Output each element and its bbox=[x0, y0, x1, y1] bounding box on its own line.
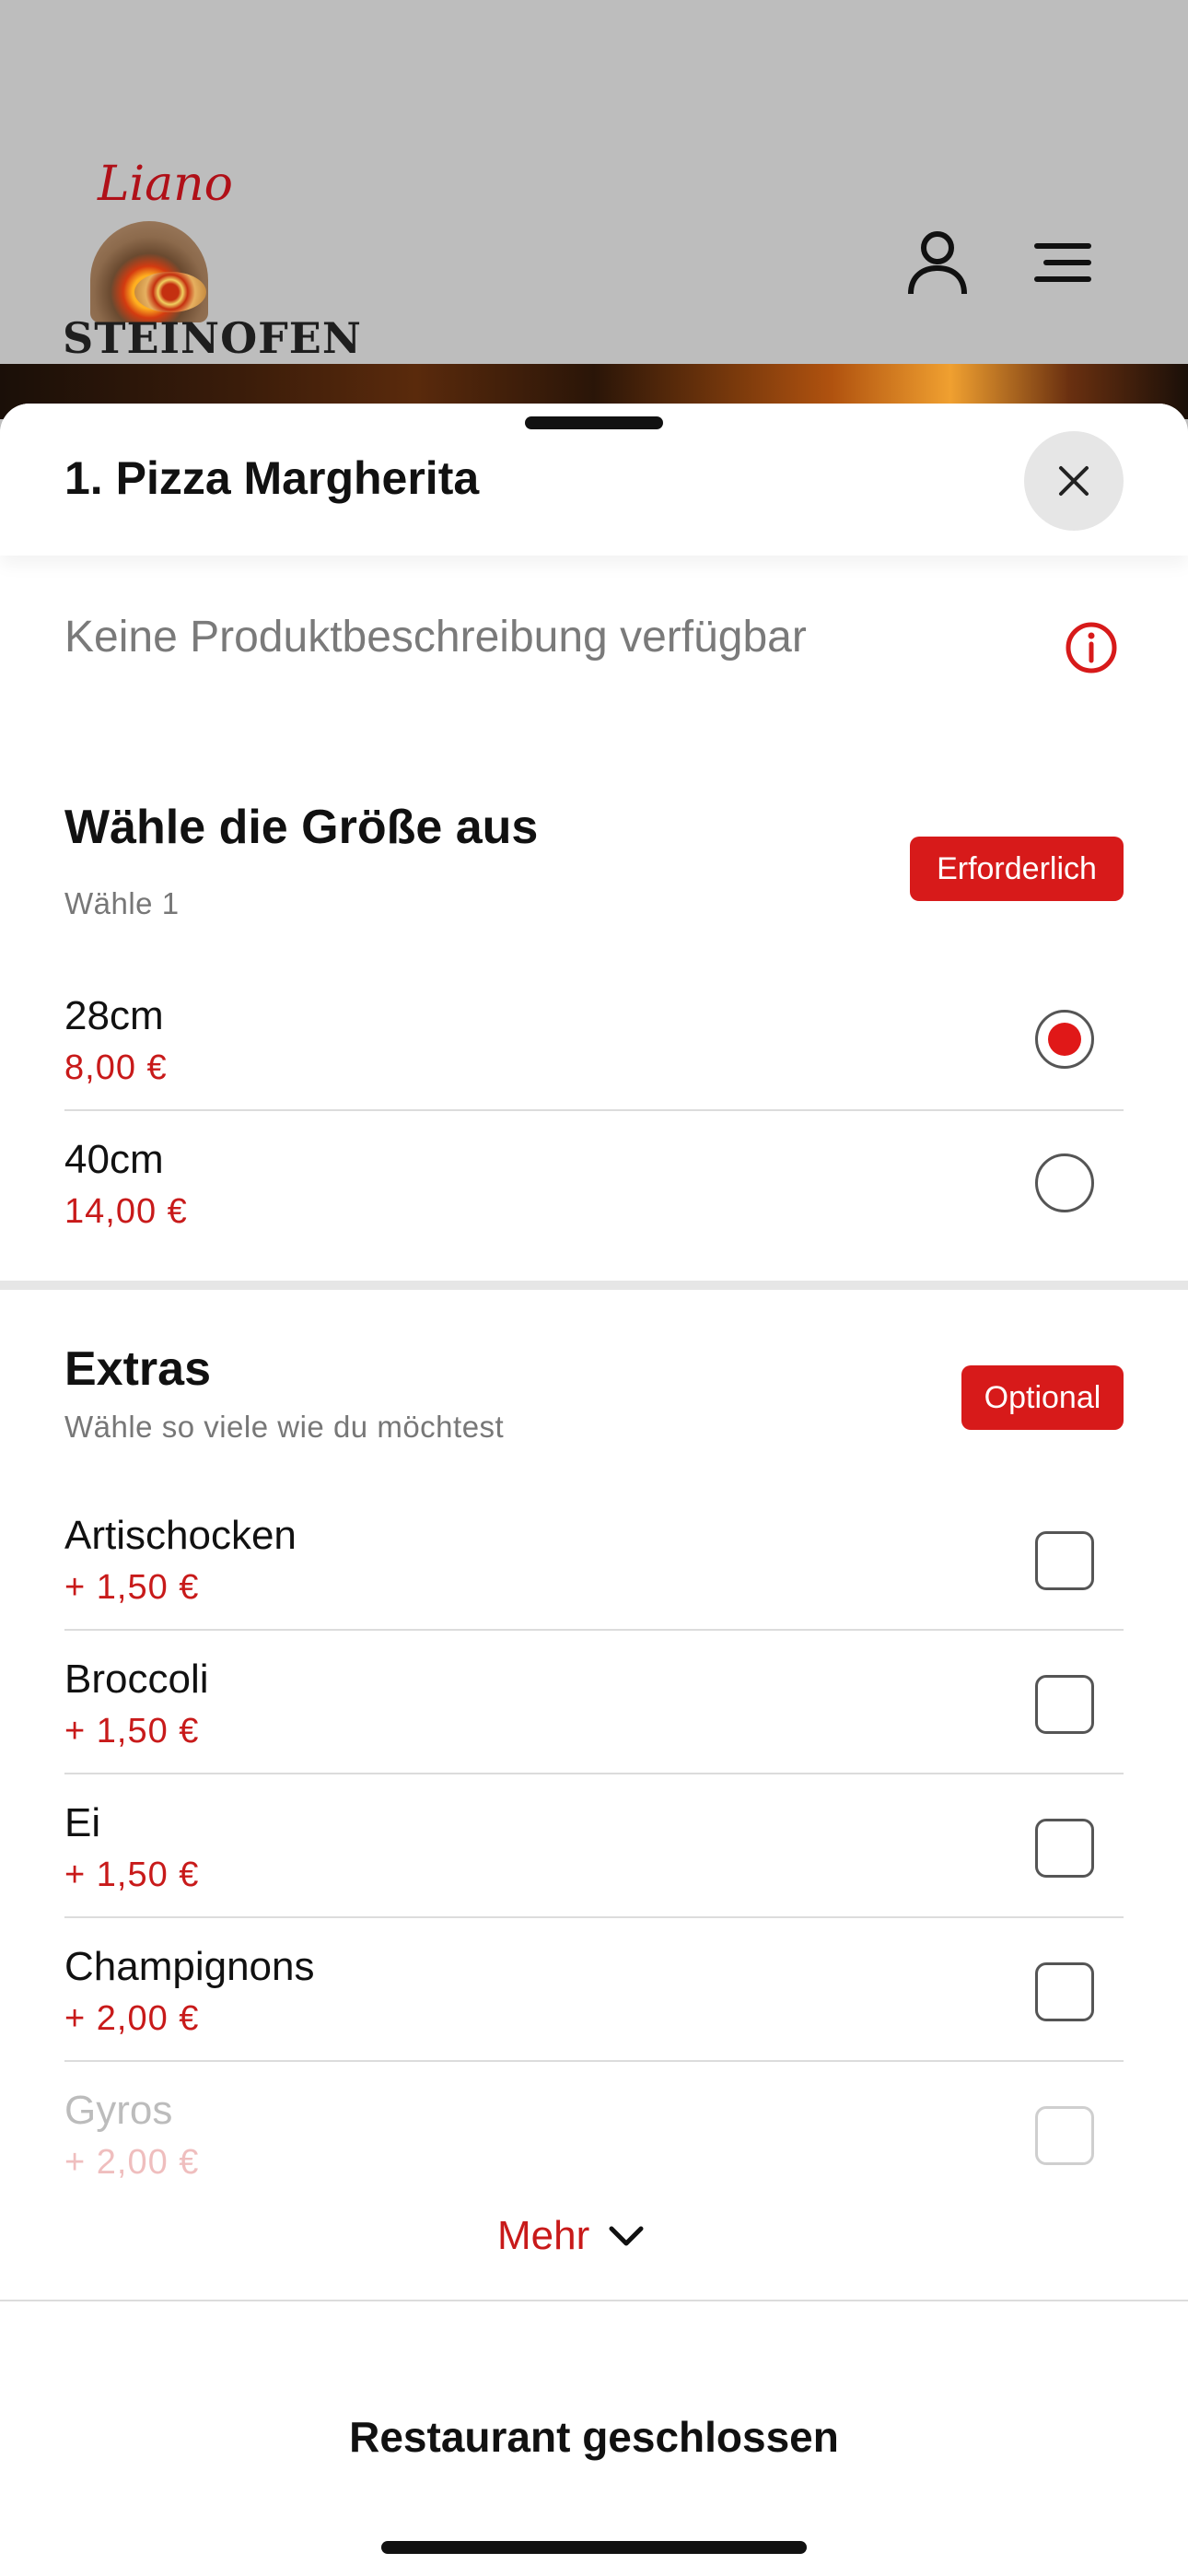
product-title: 1. Pizza Margherita bbox=[64, 452, 480, 504]
logo-text: STEINOFEN bbox=[63, 313, 362, 363]
radio-selected[interactable] bbox=[1035, 1010, 1094, 1069]
sheet-grabber[interactable] bbox=[525, 416, 663, 429]
product-sheet: 1. Pizza Margherita Keine Produktbeschre… bbox=[0, 404, 1188, 2576]
checkbox[interactable] bbox=[1035, 1675, 1094, 1734]
option-name: Artischocken bbox=[64, 1513, 297, 1558]
checkbox[interactable] bbox=[1035, 2106, 1094, 2165]
extra-option-broccoli[interactable]: Broccoli + 1,50 € bbox=[64, 1631, 1124, 1774]
option-name: Broccoli bbox=[64, 1657, 209, 1702]
restaurant-closed-label: Restaurant geschlossen bbox=[349, 2413, 839, 2461]
option-price: 14,00 € bbox=[64, 1192, 188, 1231]
size-option-40cm[interactable]: 40cm 14,00 € bbox=[64, 1111, 1124, 1255]
option-price: + 1,50 € bbox=[64, 1568, 200, 1607]
pizza-image bbox=[134, 272, 206, 312]
close-button[interactable] bbox=[1024, 431, 1124, 531]
home-indicator[interactable] bbox=[381, 2541, 807, 2554]
restaurant-logo[interactable]: Liano STEINOFEN bbox=[63, 157, 361, 364]
option-price: 8,00 € bbox=[64, 1048, 168, 1087]
more-button[interactable]: Mehr bbox=[497, 2204, 645, 2268]
extra-option-gyros[interactable]: Gyros + 2,00 € bbox=[64, 2062, 1124, 2206]
option-name: Gyros bbox=[64, 2088, 173, 2133]
checkbox[interactable] bbox=[1035, 1962, 1094, 2021]
radio-unselected[interactable] bbox=[1035, 1153, 1094, 1212]
size-option-28cm[interactable]: 28cm 8,00 € bbox=[64, 967, 1124, 1111]
info-icon[interactable] bbox=[1065, 621, 1118, 674]
option-name: Ei bbox=[64, 1800, 101, 1845]
chevron-down-icon bbox=[609, 2226, 644, 2246]
logo-script: Liano bbox=[98, 157, 233, 212]
option-price: + 2,00 € bbox=[64, 2143, 200, 2182]
checkbox[interactable] bbox=[1035, 1531, 1094, 1590]
extra-option-champignons[interactable]: Champignons + 2,00 € bbox=[64, 1918, 1124, 2062]
option-price: + 1,50 € bbox=[64, 1856, 200, 1894]
option-price: + 2,00 € bbox=[64, 1999, 200, 2038]
optional-badge: Optional bbox=[961, 1365, 1124, 1430]
section-separator bbox=[0, 1281, 1188, 1290]
product-description: Keine Produktbeschreibung verfügbar bbox=[64, 613, 807, 662]
app-header: Liano STEINOFEN bbox=[0, 0, 1188, 364]
footer-divider bbox=[0, 2300, 1188, 2301]
close-icon bbox=[1059, 466, 1089, 496]
checkbox[interactable] bbox=[1035, 1819, 1094, 1878]
option-name: Champignons bbox=[64, 1944, 315, 1989]
size-group-title: Wähle die Größe aus bbox=[64, 801, 539, 854]
extras-group-title: Extras bbox=[64, 1342, 211, 1396]
required-badge: Erforderlich bbox=[910, 837, 1124, 901]
option-name: 28cm bbox=[64, 993, 164, 1038]
extra-option-artischocken[interactable]: Artischocken + 1,50 € bbox=[64, 1487, 1124, 1631]
menu-icon[interactable] bbox=[1026, 226, 1100, 299]
extra-option-ei[interactable]: Ei + 1,50 € bbox=[64, 1774, 1124, 1918]
user-icon[interactable] bbox=[901, 226, 974, 299]
extras-group-subtitle: Wähle so viele wie du möchtest bbox=[64, 1410, 505, 1444]
option-price: + 1,50 € bbox=[64, 1712, 200, 1751]
size-group-subtitle: Wähle 1 bbox=[64, 886, 180, 920]
option-name: 40cm bbox=[64, 1137, 164, 1182]
more-label: Mehr bbox=[497, 2213, 590, 2258]
sheet-header: 1. Pizza Margherita bbox=[0, 404, 1188, 556]
